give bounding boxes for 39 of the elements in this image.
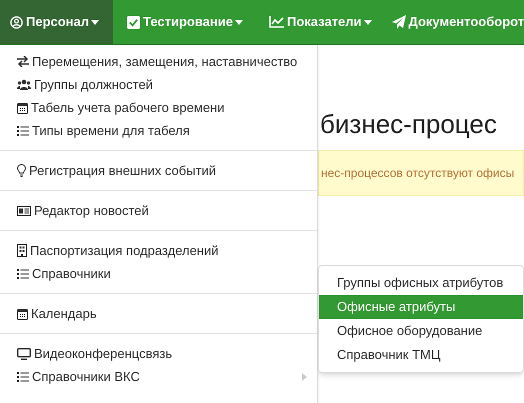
alert-message: нес-процессов отсутствуют офисы xyxy=(318,150,524,196)
dropdown-menu-item[interactable]: Видеоконференцсвязь xyxy=(0,342,317,365)
caret-icon xyxy=(234,20,243,24)
line-chart-icon xyxy=(268,16,284,28)
building-icon xyxy=(17,244,27,257)
dropdown-menu-item[interactable]: Перемещения, замещения, наставничество xyxy=(0,50,317,73)
monitor-icon xyxy=(17,348,31,360)
submenu-item[interactable]: Справочник ТМЦ xyxy=(319,343,523,367)
dropdown-menu-item[interactable]: Регистрация внешних событий xyxy=(0,159,317,182)
caret-icon xyxy=(364,20,372,24)
nav-menu-item[interactable]: Персонал xyxy=(0,0,114,44)
calendar-icon xyxy=(17,308,28,320)
dropdown-menu-item[interactable]: Календарь xyxy=(0,302,317,325)
submenu-item[interactable]: Группы офисных атрибутов xyxy=(319,271,523,295)
paper-plane-icon xyxy=(392,15,406,29)
dropdown-menu-item[interactable]: Редактор новостей xyxy=(0,199,317,222)
lightbulb-icon xyxy=(17,164,26,177)
nav-menu-item[interactable]: Тестирование xyxy=(113,0,255,44)
list-icon xyxy=(17,268,29,278)
dropdown-menu-item[interactable]: Типы времени для табеля xyxy=(0,119,317,142)
exchange-arrows-icon xyxy=(17,56,29,67)
dropdown-menu-item[interactable]: Группы должностей xyxy=(0,73,317,96)
nav-menu-item[interactable]: Показатели xyxy=(254,0,384,44)
user-circle-icon xyxy=(10,16,23,28)
page-heading: бизнес-процес xyxy=(320,108,498,140)
nav-menu-item[interactable]: Документооборот xyxy=(384,0,524,44)
list-icon xyxy=(17,126,29,136)
checkbox-icon xyxy=(127,16,140,28)
calendar-icon xyxy=(17,102,28,114)
caret-icon xyxy=(91,20,100,24)
submenu-item[interactable]: Офисное оборудование xyxy=(319,319,523,343)
submenu-item[interactable]: Офисные атрибуты xyxy=(319,295,523,319)
dropdown-menu-item[interactable]: Справочники ВКС xyxy=(0,365,317,388)
newspaper-icon xyxy=(17,206,31,216)
list-icon xyxy=(17,372,29,382)
users-icon xyxy=(17,79,31,90)
dropdown-menu-item[interactable]: Табель учета рабочего времени xyxy=(0,96,317,119)
dropdown-menu-item[interactable]: Паспортизация подразделений xyxy=(0,239,317,262)
dropdown-menu-item[interactable]: Справочники xyxy=(0,262,317,285)
